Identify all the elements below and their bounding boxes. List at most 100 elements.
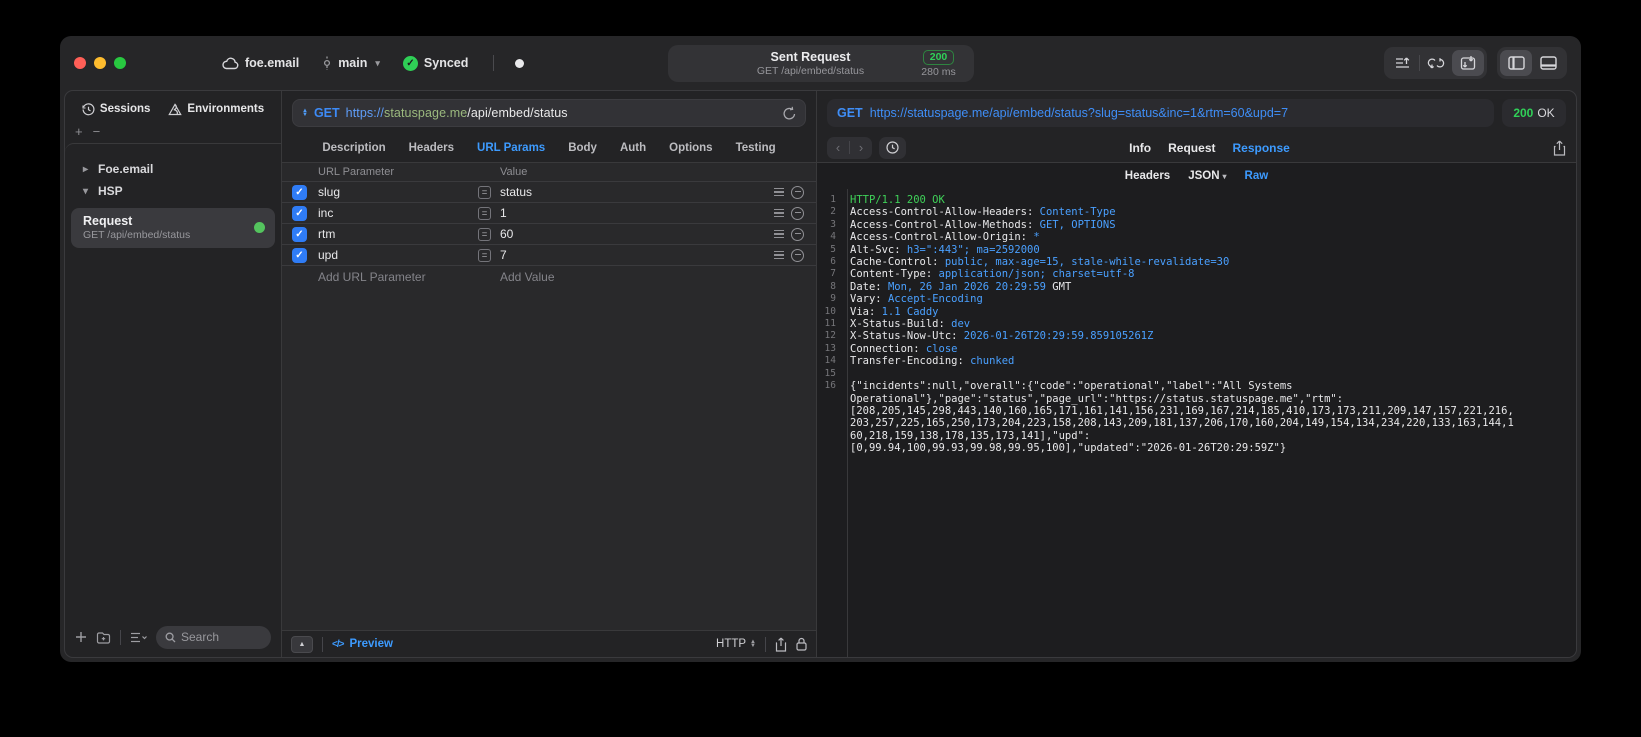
compare-loops-icon[interactable]: [1420, 50, 1452, 76]
request-duration: 280 ms: [921, 65, 956, 78]
drag-handle-icon[interactable]: [774, 229, 784, 239]
tab-info[interactable]: Info: [1129, 141, 1151, 155]
line-number: [817, 442, 841, 454]
collapse-panel-button[interactable]: ▲: [291, 635, 313, 653]
code-line: 1 HTTP/1.1 200 OK: [817, 194, 1576, 206]
subtab-headers[interactable]: Headers: [1125, 170, 1170, 182]
project-selector[interactable]: foe.email: [222, 56, 299, 70]
add-param-row[interactable]: Add URL Parameter Add Value: [282, 266, 816, 288]
tree-item-label: Foe.email: [98, 162, 154, 176]
tab-description[interactable]: Description: [322, 142, 385, 154]
protocol-selector[interactable]: HTTP ▲ ▼: [716, 638, 756, 650]
tree-item-hsp[interactable]: ▾ HSP: [65, 180, 281, 202]
code-line: 4 Access-Control-Allow-Origin: *: [817, 231, 1576, 243]
export-share-icon[interactable]: [1553, 140, 1566, 156]
send-list-icon[interactable]: [1387, 50, 1419, 76]
drag-handle-icon[interactable]: [774, 187, 784, 197]
param-name[interactable]: inc: [318, 206, 478, 220]
drag-handle-icon[interactable]: [774, 250, 784, 260]
param-name[interactable]: slug: [318, 185, 478, 199]
tab-options[interactable]: Options: [669, 142, 712, 154]
lock-icon[interactable]: [796, 637, 807, 651]
tab-request[interactable]: Request: [1168, 141, 1215, 155]
tree-item-foe-email[interactable]: ▸ Foe.email: [65, 158, 281, 180]
param-row-rtm[interactable]: ✓ rtm = 60: [282, 224, 816, 245]
sent-url-bar[interactable]: GET https://statuspage.me/api/embed/stat…: [827, 99, 1494, 127]
param-checkbox[interactable]: ✓: [292, 184, 307, 200]
sidebar-request-item[interactable]: Request GET /api/embed/status: [71, 208, 275, 248]
minimize-window-button[interactable]: [94, 57, 106, 69]
remove-session-button[interactable]: −: [93, 124, 101, 139]
subtab-raw[interactable]: Raw: [1245, 170, 1269, 182]
resend-refresh-icon[interactable]: [783, 106, 796, 120]
code-text: X-Status-Now-Utc: 2026-01-26T20:29:59.85…: [850, 330, 1154, 343]
history-clock-icon[interactable]: [879, 136, 906, 159]
param-value[interactable]: 1: [495, 206, 770, 220]
line-number: 11: [824, 318, 836, 330]
param-row-slug[interactable]: ✓ slug = status: [282, 182, 816, 203]
param-value[interactable]: 60: [495, 227, 770, 241]
app-window: foe.email main ▾ ✓ Synced Sent Request G…: [60, 36, 1581, 662]
add-session-button[interactable]: +: [75, 124, 83, 139]
remove-param-icon[interactable]: [791, 206, 804, 220]
param-row-upd[interactable]: ✓ upd = 7: [282, 245, 816, 266]
code-text: Alt-Svc: h3=":443"; ma=2592000: [850, 243, 1040, 256]
line-number: 5: [830, 243, 836, 255]
response-body[interactable]: 1 HTTP/1.1 200 OK 2 Access-Control-Allow-He…: [817, 189, 1576, 657]
tab-url-params[interactable]: URL Params: [477, 142, 545, 154]
param-value[interactable]: 7: [495, 248, 770, 262]
titlebar: foe.email main ▾ ✓ Synced Sent Request G…: [60, 36, 1581, 90]
method-stepper-icon[interactable]: ▲ ▼: [302, 108, 308, 118]
left-panel-icon[interactable]: [1500, 50, 1532, 76]
remove-param-icon[interactable]: [791, 227, 804, 241]
bottom-panel-icon[interactable]: [1532, 50, 1564, 76]
remove-param-icon[interactable]: [791, 185, 804, 199]
request-response-icon[interactable]: [1452, 50, 1484, 76]
forward-icon[interactable]: ›: [850, 140, 872, 155]
close-window-button[interactable]: [74, 57, 86, 69]
param-name[interactable]: rtm: [318, 227, 478, 241]
new-group-folder-icon[interactable]: [96, 631, 111, 644]
add-param-value[interactable]: Add Value: [495, 270, 770, 284]
tab-auth[interactable]: Auth: [620, 142, 646, 154]
tab-sessions[interactable]: Sessions: [82, 102, 150, 116]
add-param-name[interactable]: Add URL Parameter: [318, 270, 478, 284]
sync-status-label: Synced: [423, 56, 469, 70]
search-box[interactable]: [156, 625, 271, 649]
code-text: Content-Type: application/json; charset=…: [850, 268, 1135, 281]
line-number: [817, 417, 841, 429]
add-request-button[interactable]: [75, 631, 87, 643]
tab-testing[interactable]: Testing: [736, 142, 776, 154]
tab-environments-label: Environments: [187, 103, 265, 115]
search-input[interactable]: [181, 630, 262, 644]
branch-selector[interactable]: main ▾: [322, 56, 380, 71]
tab-body[interactable]: Body: [568, 142, 597, 154]
sent-request-pill[interactable]: Sent Request GET /api/embed/status 200 2…: [667, 45, 974, 82]
param-name[interactable]: upd: [318, 248, 478, 262]
param-checkbox[interactable]: ✓: [292, 226, 307, 242]
line-number: [817, 405, 841, 417]
param-value[interactable]: status: [495, 185, 770, 199]
tab-environments[interactable]: Environments: [168, 102, 265, 116]
back-icon[interactable]: ‹: [827, 140, 849, 155]
param-checkbox[interactable]: ✓: [292, 205, 307, 221]
param-row-inc[interactable]: ✓ inc = 1: [282, 203, 816, 224]
share-icon[interactable]: [775, 637, 787, 652]
remove-param-icon[interactable]: [791, 248, 804, 262]
tab-response[interactable]: Response: [1232, 141, 1289, 155]
sent-method-label: GET: [837, 106, 863, 120]
method-label[interactable]: GET: [314, 106, 340, 120]
drag-handle-icon[interactable]: [774, 208, 784, 218]
preview-button[interactable]: </> Preview: [332, 638, 393, 650]
request-url-bar[interactable]: ▲ ▼ GET https://statuspage.me/api/embed/s…: [292, 99, 806, 127]
window-modified-dot: [515, 58, 525, 68]
zoom-window-button[interactable]: [114, 57, 126, 69]
subtab-json[interactable]: JSON ▾: [1188, 170, 1226, 182]
sort-list-icon[interactable]: [130, 632, 147, 643]
request-url-text[interactable]: https://statuspage.me/api/embed/status: [346, 106, 568, 120]
param-checkbox[interactable]: ✓: [292, 247, 307, 263]
params-col-value: Value: [500, 166, 528, 178]
tab-headers[interactable]: Headers: [409, 142, 454, 154]
sync-status: ✓ Synced: [402, 55, 469, 71]
titlebar-divider: [493, 55, 495, 71]
